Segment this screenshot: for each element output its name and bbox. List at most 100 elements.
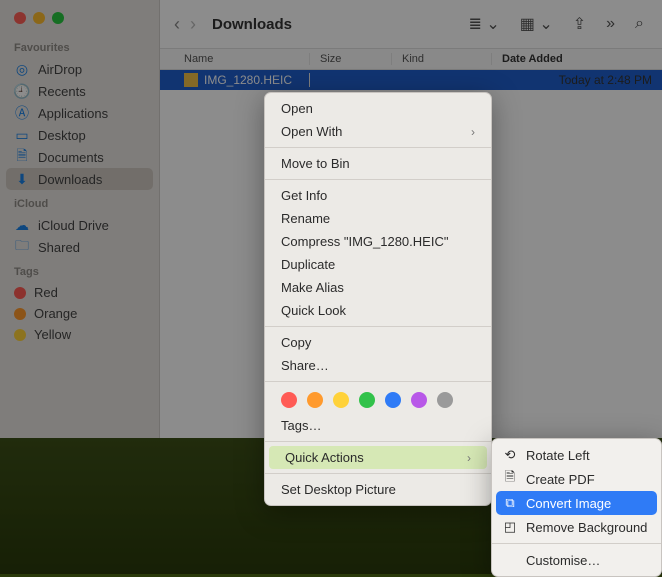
col-size[interactable]: Size (310, 53, 392, 65)
file-name: IMG_1280.HEIC (204, 73, 292, 87)
downloads-icon: ⬇ (14, 171, 30, 187)
favourites-header: Favourites (0, 34, 159, 58)
submenu-remove-background[interactable]: ◰Remove Background (492, 515, 661, 539)
file-date: Today at 2:48 PM (492, 73, 662, 87)
window-controls (0, 12, 159, 34)
column-headers: Name Size Kind Date Added (160, 48, 662, 70)
sidebar-tag-orange[interactable]: Orange (0, 303, 159, 324)
menu-copy[interactable]: Copy (265, 331, 491, 354)
menu-duplicate[interactable]: Duplicate (265, 253, 491, 276)
menu-rename[interactable]: Rename (265, 207, 491, 230)
submenu-customise[interactable]: Customise… (492, 548, 661, 572)
sidebar-item-label: Applications (38, 106, 108, 121)
menu-separator (265, 147, 491, 148)
submenu-rotate-left[interactable]: ⟲Rotate Left (492, 443, 661, 467)
menu-move-to-bin[interactable]: Move to Bin (265, 152, 491, 175)
image-file-icon (184, 73, 198, 87)
share-button[interactable]: ⇪ (569, 14, 590, 34)
tag-color-purple[interactable] (411, 392, 427, 408)
more-button[interactable]: » (602, 15, 619, 33)
sidebar-item-label: Red (34, 285, 58, 300)
sidebar-item-recents[interactable]: 🕘 Recents (0, 80, 159, 102)
back-button[interactable]: ‹ (174, 14, 180, 35)
sidebar-item-downloads[interactable]: ⬇ Downloads (6, 168, 153, 190)
convert-image-icon: ⧉ (502, 495, 518, 511)
sidebar-item-label: Recents (38, 84, 86, 99)
window-title: Downloads (212, 16, 292, 33)
menu-separator (265, 179, 491, 180)
menu-compress[interactable]: Compress "IMG_1280.HEIC" (265, 230, 491, 253)
tag-color-green[interactable] (359, 392, 375, 408)
search-button[interactable]: ⌕ (631, 15, 648, 33)
sidebar-tag-yellow[interactable]: Yellow (0, 324, 159, 345)
sidebar-item-label: Desktop (38, 128, 86, 143)
submenu-convert-image[interactable]: ⧉Convert Image (496, 491, 657, 515)
fullscreen-window-button[interactable] (52, 12, 64, 24)
sidebar-item-shared[interactable]: 🗀 Shared (0, 236, 159, 258)
col-date[interactable]: Date Added (492, 53, 662, 65)
sidebar-item-applications[interactable]: Ⓐ Applications (0, 102, 159, 124)
menu-make-alias[interactable]: Make Alias (265, 276, 491, 299)
cloud-icon: ☁ (14, 217, 30, 233)
desktop-icon: ▭ (14, 127, 30, 143)
sidebar-item-label: Downloads (38, 172, 102, 187)
menu-get-info[interactable]: Get Info (265, 184, 491, 207)
rotate-left-icon: ⟲ (502, 447, 518, 463)
col-kind[interactable]: Kind (392, 53, 492, 65)
chevron-right-icon: › (471, 125, 475, 139)
sidebar-item-label: Documents (38, 150, 104, 165)
menu-separator (265, 473, 491, 474)
tag-dot-icon (14, 308, 26, 320)
tag-color-yellow[interactable] (333, 392, 349, 408)
icloud-header: iCloud (0, 190, 159, 214)
minimize-window-button[interactable] (33, 12, 45, 24)
menu-separator (265, 326, 491, 327)
tag-color-gray[interactable] (437, 392, 453, 408)
tag-dot-icon (14, 287, 26, 299)
sidebar-item-label: Shared (38, 240, 80, 255)
tag-color-red[interactable] (281, 392, 297, 408)
file-row-selected[interactable]: IMG_1280.HEIC Today at 2:48 PM (160, 70, 662, 90)
tag-color-blue[interactable] (385, 392, 401, 408)
close-window-button[interactable] (14, 12, 26, 24)
view-list-button[interactable]: ≣ ⌄ (464, 14, 503, 34)
menu-tags[interactable]: Tags… (265, 414, 491, 437)
menu-quick-look[interactable]: Quick Look (265, 299, 491, 322)
menu-tag-colors (265, 386, 491, 414)
tag-color-orange[interactable] (307, 392, 323, 408)
sidebar: Favourites ◎AirDrop 🕘 Recents Ⓐ Applicatio… (0, 0, 160, 438)
remove-bg-icon: ◰ (502, 519, 518, 535)
col-name[interactable]: Name (160, 53, 310, 65)
sidebar-tag-red[interactable]: Red (0, 282, 159, 303)
menu-separator (265, 381, 491, 382)
documents-icon: 🗎 (14, 149, 30, 165)
sidebar-item-airdrop[interactable]: ◎AirDrop (0, 58, 159, 80)
sidebar-item-label: AirDrop (38, 62, 82, 77)
sidebar-item-label: iCloud Drive (38, 218, 109, 233)
pdf-icon: 🗎 (502, 471, 518, 487)
sidebar-item-label: Yellow (34, 327, 71, 342)
menu-quick-actions[interactable]: Quick Actions› (269, 446, 487, 469)
menu-set-desktop-picture[interactable]: Set Desktop Picture (265, 478, 491, 501)
context-menu: Open Open With› Move to Bin Get Info Ren… (264, 92, 492, 506)
shared-folder-icon: 🗀 (14, 239, 30, 255)
sidebar-item-label: Orange (34, 306, 77, 321)
chevron-right-icon: › (467, 451, 471, 465)
forward-button[interactable]: › (190, 14, 196, 35)
submenu-create-pdf[interactable]: 🗎Create PDF (492, 467, 661, 491)
applications-icon: Ⓐ (14, 105, 30, 121)
quick-actions-submenu: ⟲Rotate Left 🗎Create PDF ⧉Convert Image … (491, 438, 662, 577)
group-button[interactable]: ▦ ⌄ (516, 14, 557, 34)
sidebar-item-documents[interactable]: 🗎 Documents (0, 146, 159, 168)
tags-header: Tags (0, 258, 159, 282)
menu-separator (265, 441, 491, 442)
sidebar-item-icloud-drive[interactable]: ☁ iCloud Drive (0, 214, 159, 236)
menu-share[interactable]: Share… (265, 354, 491, 377)
tag-dot-icon (14, 329, 26, 341)
toolbar: ‹ › Downloads ≣ ⌄ ▦ ⌄ ⇪ » ⌕ (160, 0, 662, 48)
menu-open-with[interactable]: Open With› (265, 120, 491, 143)
menu-open[interactable]: Open (265, 97, 491, 120)
sidebar-item-desktop[interactable]: ▭ Desktop (0, 124, 159, 146)
menu-separator (492, 543, 661, 544)
clock-icon: 🕘 (14, 83, 30, 99)
